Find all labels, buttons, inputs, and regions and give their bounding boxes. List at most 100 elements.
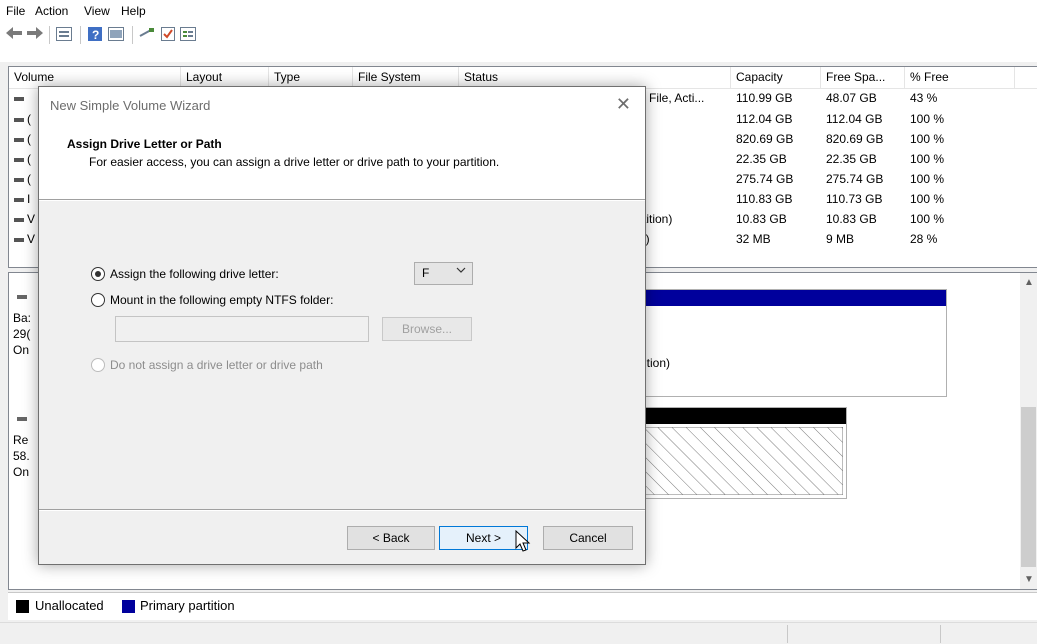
volume-icon [14,118,24,122]
cell-status: e File, Acti... [639,91,705,105]
assign-letter-radio[interactable] [91,267,105,281]
partition-header-bar [640,290,946,306]
properties-icon[interactable] [108,27,124,43]
cell-free-space: 275.74 GB [826,172,884,186]
drive-letter-select[interactable]: F [414,262,473,285]
toolbar-separator [49,26,50,44]
column-header-type[interactable]: Type [269,67,353,88]
column-header-volume[interactable]: Volume [9,67,181,88]
footer-divider-highlight [39,510,645,511]
disk-icon [17,295,27,299]
cell-capacity: 32 MB [736,232,771,246]
cell-percent-free: 100 % [910,212,945,226]
help-icon[interactable]: ? [87,27,103,43]
cell-free-space: 112.04 GB [826,112,883,126]
volume-icon [14,238,24,242]
scroll-up-icon[interactable]: ▲ [1024,277,1034,288]
cell-volume: V [27,232,36,246]
menu-bar: File Action View Help [0,0,1037,22]
graph-scrollbar[interactable]: ▲ ▼ [1020,273,1037,589]
wizard-caption: New Simple Volume Wizard [50,98,211,113]
unallocated-header-bar [640,408,846,424]
back-arrow-icon[interactable] [6,27,22,43]
assign-letter-label[interactable]: Assign the following drive letter: [110,267,279,281]
cell-percent-free: 100 % [910,112,945,126]
status-divider [940,625,941,643]
menu-help[interactable]: Help [121,4,146,18]
back-button[interactable]: < Back [347,526,435,550]
volume-icon [14,218,24,222]
wizard-header: New Simple Volume Wizard ✕ Assign Drive … [39,87,645,199]
volume-icon [14,138,24,142]
chevron-down-icon [456,266,466,277]
cell-free-space: 22.35 GB [826,152,877,166]
cell-percent-free: 100 % [910,152,945,166]
disk1-unallocated[interactable] [639,407,847,499]
column-header-layout[interactable]: Layout [181,67,269,88]
cell-volume: ( [27,152,31,166]
cancel-button[interactable]: Cancel [543,526,633,550]
cell-free-space: 110.73 GB [826,192,883,206]
legend: Unallocated Primary partition [8,592,1037,620]
menu-file[interactable]: File [6,4,25,18]
svg-text:?: ? [92,28,99,41]
cell-free-space: 9 MB [826,232,855,246]
disk1-status: On [13,465,30,479]
partition-label: ition) [644,356,671,370]
status-divider [787,625,788,643]
no-letter-label[interactable]: Do not assign a drive letter or drive pa… [110,358,323,372]
cell-free-space: 820.69 GB [826,132,884,146]
cell-volume: ( [27,112,31,126]
cell-free-space: 10.83 GB [826,212,877,226]
cell-capacity: 110.83 GB [736,192,793,206]
mount-folder-label[interactable]: Mount in the following empty NTFS folder… [110,293,333,307]
close-icon[interactable]: ✕ [616,94,631,115]
unallocated-hatch [643,427,843,495]
cell-percent-free: 100 % [910,132,945,146]
connect-icon[interactable] [139,27,155,43]
column-header-file-system[interactable]: File System [353,67,459,88]
mouse-cursor-icon [515,530,531,552]
menu-view[interactable]: View [84,4,110,18]
header-divider-highlight [39,200,645,201]
forward-arrow-icon[interactable] [27,27,43,43]
scroll-thumb[interactable] [1021,407,1036,567]
disk-list-icon[interactable] [56,27,72,43]
cell-volume: I [27,192,31,206]
column-header-status[interactable]: Status [459,67,731,88]
cell-capacity: 275.74 GB [736,172,794,186]
status-bar [0,622,1037,644]
column-header-percent-free[interactable]: % Free [905,67,1015,88]
cell-percent-free: 28 % [910,232,938,246]
disk0-partition[interactable]: ition) [639,289,947,397]
column-header-capacity[interactable]: Capacity [731,67,821,88]
unallocated-swatch [16,600,29,613]
toolbar: ? [0,22,1037,62]
cell-volume: V [27,212,36,226]
mount-folder-radio[interactable] [91,293,105,307]
check-icon[interactable] [160,27,176,43]
cell-capacity: 22.35 GB [736,152,787,166]
new-simple-volume-wizard: New Simple Volume Wizard ✕ Assign Drive … [38,86,646,565]
cell-percent-free: 43 % [910,91,938,105]
details-icon[interactable] [180,27,196,43]
cell-capacity: 10.83 GB [736,212,787,226]
scroll-down-icon[interactable]: ▼ [1024,574,1034,585]
wizard-subheading: For easier access, you can assign a driv… [89,155,500,169]
column-header-free-space[interactable]: Free Spa... [821,67,905,88]
menu-action[interactable]: Action [35,4,68,18]
no-letter-radio[interactable] [91,358,105,372]
drive-letter-value: F [422,266,430,280]
toolbar-separator [80,26,81,44]
browse-button[interactable]: Browse... [382,317,472,341]
wizard-heading: Assign Drive Letter or Path [67,137,222,151]
cell-capacity: 112.04 GB [736,112,793,126]
folder-path-input[interactable] [115,316,369,342]
volume-icon [14,178,24,182]
cell-capacity: 110.99 GB [736,91,793,105]
cell-volume: ( [27,172,31,186]
cell-percent-free: 100 % [910,192,945,206]
cell-free-space: 48.07 GB [826,91,877,105]
cell-volume: ( [27,132,31,146]
toolbar-separator [132,26,133,44]
